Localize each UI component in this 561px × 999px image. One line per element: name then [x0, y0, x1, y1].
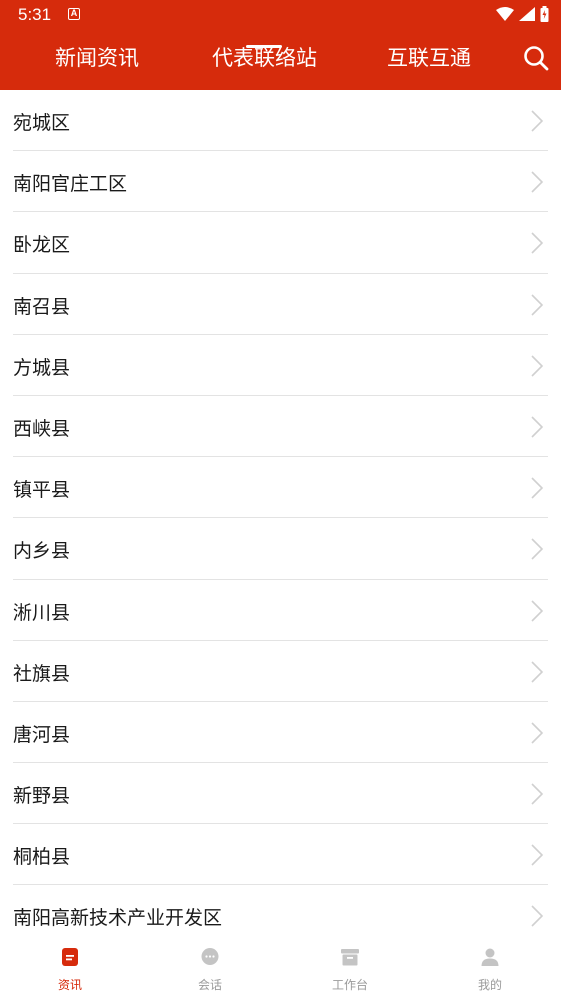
chevron-right-icon: [531, 905, 544, 928]
active-tab-indicator: [246, 45, 282, 48]
district-name: 镇平县: [13, 479, 71, 502]
chevron-right-icon: [531, 538, 544, 560]
app-header: 5:31 A 新闻资讯 代表联络站 互联互通: [0, 0, 561, 90]
district-name: 南阳官庄工区: [13, 173, 128, 196]
top-tabs: 新闻资讯 代表联络站 互联互通: [0, 36, 510, 86]
district-name: 社旗县: [13, 662, 71, 685]
chevron-right-icon: [531, 110, 544, 132]
district-name: 宛城区: [13, 112, 71, 134]
district-list-item[interactable]: 方城县: [13, 335, 548, 396]
district-list-item[interactable]: 卧龙区: [13, 212, 548, 274]
nav-item-workbench[interactable]: 工作台: [280, 943, 420, 999]
profile-icon: [481, 948, 499, 966]
nav-label: 会话: [197, 978, 222, 992]
district-name: 方城县: [13, 356, 71, 379]
district-list: 宛城区南阳官庄工区 卧龙区南召县方城县西峡县镇平县内乡县淅川县社旗县唐河县新野县桐…: [0, 90, 561, 947]
district-name: 南阳高新技术产业开发区: [13, 907, 223, 930]
nav-label: 我的: [477, 978, 502, 992]
chevron-right-icon: [531, 783, 544, 805]
nav-item-news[interactable]: 资讯: [0, 943, 140, 999]
nav-label: 资讯: [57, 978, 82, 992]
workbench-icon: [341, 949, 359, 966]
district-list-item[interactable]: 镇平县: [13, 457, 548, 519]
district-list-item[interactable]: 内乡县: [13, 518, 548, 580]
chevron-right-icon: [531, 722, 544, 744]
chevron-right-icon: [531, 661, 544, 683]
district-name: 内乡县: [13, 540, 71, 563]
chevron-right-icon: [531, 171, 544, 193]
district-name: 唐河县: [13, 723, 71, 746]
district-name: 桐柏县: [13, 846, 71, 869]
search-icon[interactable]: [522, 44, 550, 72]
district-list-item[interactable]: 南召县: [13, 274, 548, 335]
nav-item-chat[interactable]: 会话: [140, 943, 280, 999]
tab-news[interactable]: 新闻资讯: [55, 42, 139, 72]
chevron-right-icon: [531, 355, 544, 377]
district-list-item[interactable]: 南阳高新技术产业开发区: [13, 885, 548, 947]
chevron-right-icon: [531, 232, 544, 254]
chevron-right-icon: [531, 293, 544, 316]
chevron-right-icon: [531, 599, 544, 622]
news-icon: [62, 948, 78, 966]
district-list-item[interactable]: 社旗县: [13, 641, 548, 702]
district-list-item[interactable]: 新野县: [13, 763, 548, 825]
nav-label: 工作台: [331, 978, 368, 992]
district-name: 新野县: [13, 785, 71, 808]
chevron-right-icon: [531, 844, 544, 866]
nav-item-profile[interactable]: 我的: [420, 943, 560, 999]
district-list-item[interactable]: 西峡县: [13, 396, 548, 458]
status-bar: 5:31 A: [0, 0, 561, 30]
notification-icon: A: [68, 8, 80, 20]
chat-icon: [201, 948, 219, 965]
district-name: 卧龙区: [13, 234, 71, 257]
status-icons: [496, 6, 549, 22]
district-list-item[interactable]: 淅川县: [13, 580, 548, 641]
tab-interconnect[interactable]: 互联互通: [387, 42, 471, 72]
district-name: 淅川县: [13, 601, 71, 624]
district-list-item[interactable]: 桐柏县: [13, 824, 548, 886]
district-list-item[interactable]: 南阳官庄工区: [13, 151, 548, 213]
wifi-icon: [496, 7, 514, 21]
status-time: 5:31: [18, 5, 52, 24]
chevron-right-icon: [531, 477, 544, 499]
district-list-item[interactable]: 宛城区: [13, 90, 548, 152]
bottom-navigation: 资讯 会话 工作台 我的: [0, 943, 561, 999]
district-list-item[interactable]: 唐河县: [13, 702, 548, 764]
district-name: 西峡县: [13, 417, 71, 440]
chevron-right-icon: [531, 416, 544, 438]
battery-icon: [540, 6, 549, 22]
signal-icon: [519, 7, 535, 21]
district-name: 南召县: [13, 295, 71, 318]
